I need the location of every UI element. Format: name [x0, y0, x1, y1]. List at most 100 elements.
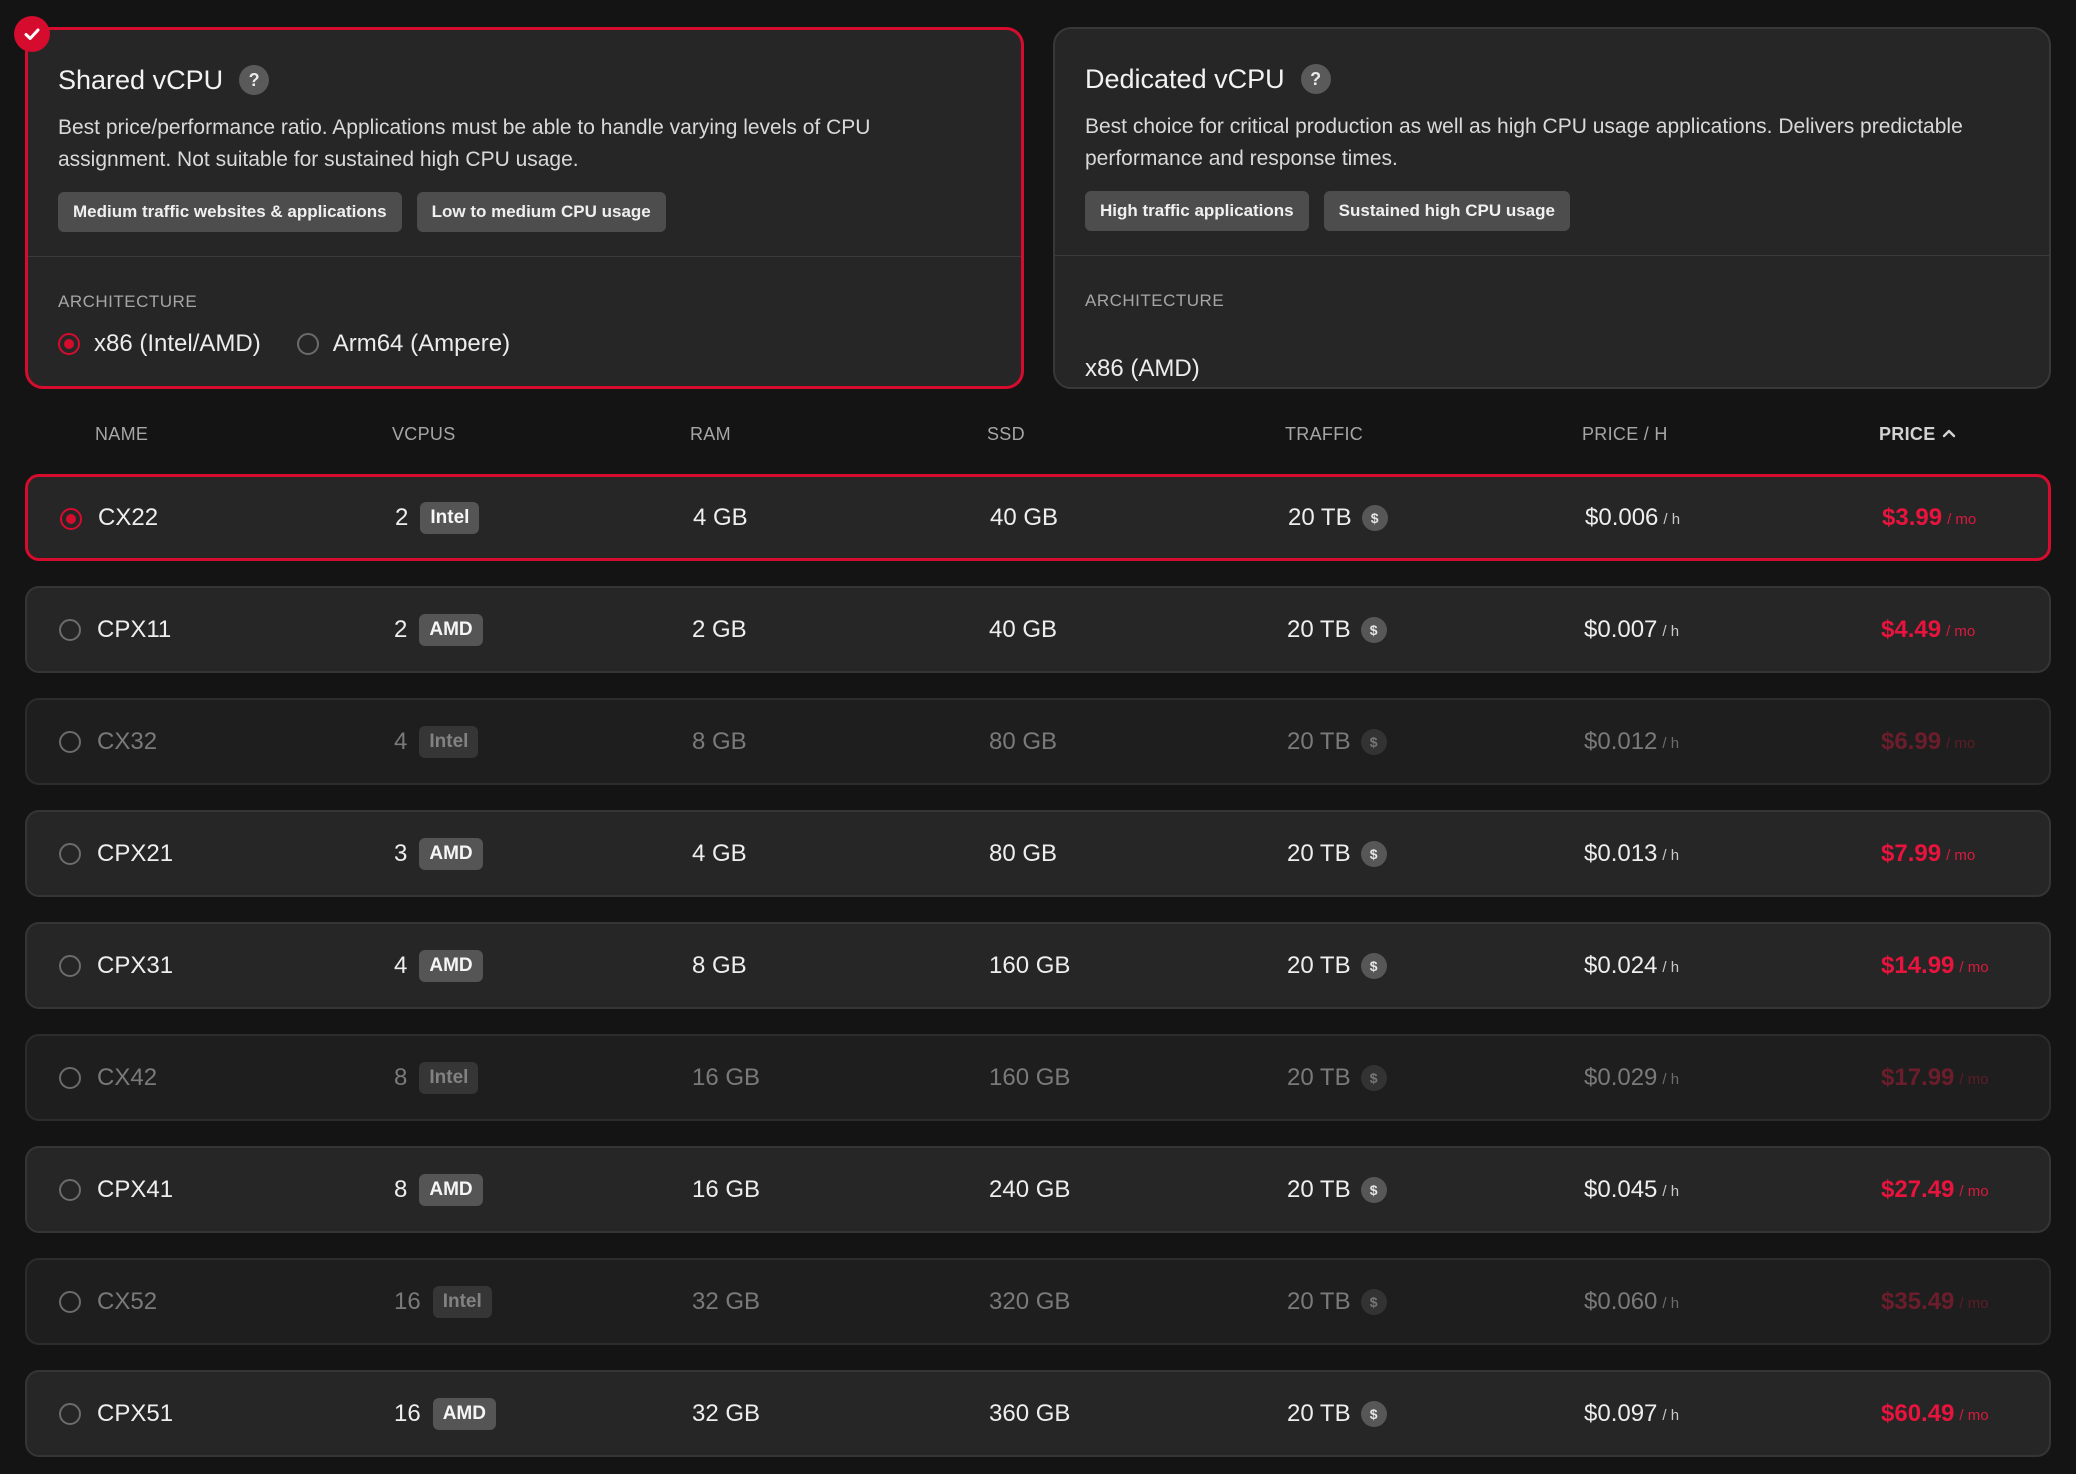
traffic-value: 20 TB — [1287, 951, 1351, 979]
traffic-cell: 20 TB $ — [1287, 812, 1387, 895]
traffic-value: 20 TB — [1287, 1287, 1351, 1315]
traffic-cell: 20 TB $ — [1287, 924, 1387, 1007]
vcpu-cell: 4 AMD — [394, 924, 483, 1007]
vcpu-count: 2 — [395, 503, 409, 531]
traffic-cell: 20 TB $ — [1287, 1372, 1387, 1455]
server-name: CPX51 — [97, 1399, 174, 1427]
server-type-row[interactable]: CX52 16 Intel 32 GB 320 GB 20 TB $ $0.06… — [25, 1258, 2051, 1345]
vcpu-cell: 8 Intel — [394, 1036, 479, 1119]
price-month-cell: $17.99 / mo — [1881, 1036, 1989, 1119]
vcpu-count: 4 — [394, 727, 408, 755]
price-month-value: $60.49 — [1881, 1399, 1955, 1427]
use-case-chip: Low to medium CPU usage — [416, 192, 666, 232]
column-header-name[interactable]: NAME — [95, 424, 148, 445]
arch-option-arm64[interactable]: Arm64 (Ampere) — [296, 330, 510, 358]
column-header-traffic[interactable]: TRAFFIC — [1285, 424, 1363, 445]
row-radio[interactable] — [59, 1291, 81, 1313]
traffic-cell: 20 TB $ — [1287, 700, 1387, 783]
vcpu-cell: 4 Intel — [394, 700, 479, 783]
vcpu-count: 2 — [394, 615, 408, 643]
row-radio[interactable] — [59, 1067, 81, 1089]
column-header-ssd[interactable]: SSD — [987, 424, 1025, 445]
price-month-cell: $7.99 / mo — [1881, 812, 1975, 895]
hour-unit: / h — [1662, 1183, 1680, 1200]
dollar-icon: $ — [1360, 1176, 1387, 1203]
column-header-ram[interactable]: RAM — [690, 424, 731, 445]
server-name: CX42 — [97, 1063, 158, 1091]
price-month-value: $6.99 — [1881, 727, 1942, 755]
server-type-row[interactable]: CX42 8 Intel 16 GB 160 GB 20 TB $ $0.029… — [25, 1034, 2051, 1121]
ssd-value: 80 GB — [989, 839, 1058, 867]
price-hour-cell: $0.006 / h — [1585, 477, 1680, 558]
card-title: Dedicated vCPU — [1085, 63, 1285, 94]
arch-option-x86[interactable]: x86 (Intel/AMD) — [58, 330, 261, 358]
server-name: CX22 — [98, 503, 159, 531]
price-hour-value: $0.097 — [1584, 1399, 1658, 1427]
price-month-value: $17.99 — [1881, 1063, 1955, 1091]
row-radio[interactable] — [59, 843, 81, 865]
month-unit: / mo — [1959, 959, 1989, 976]
help-icon[interactable]: ? — [1300, 64, 1331, 94]
price-month-cell: $3.99 / mo — [1882, 477, 1976, 558]
column-header-vcpus[interactable]: VCPUS — [392, 424, 456, 445]
architecture-label: ARCHITECTURE — [1085, 291, 1225, 310]
month-unit: / mo — [1959, 1295, 1989, 1312]
hour-unit: / h — [1662, 623, 1680, 640]
card-title: Shared vCPU — [58, 64, 224, 95]
use-case-chip: Medium traffic websites & applications — [58, 192, 402, 232]
dollar-icon: $ — [1361, 504, 1388, 531]
divider — [1055, 255, 2049, 256]
hour-unit: / h — [1662, 735, 1680, 752]
help-icon[interactable]: ? — [239, 65, 270, 95]
month-unit: / mo — [1959, 1071, 1989, 1088]
price-hour-value: $0.006 — [1585, 503, 1659, 531]
traffic-cell: 20 TB $ — [1287, 1148, 1387, 1231]
dollar-icon: $ — [1360, 728, 1387, 755]
radio-unselected[interactable] — [296, 333, 319, 355]
price-month-cell: $4.49 / mo — [1881, 588, 1975, 671]
price-month-value: $4.49 — [1881, 615, 1942, 643]
server-type-row[interactable]: CX22 2 Intel 4 GB 40 GB 20 TB $ $0.006 /… — [25, 474, 2051, 561]
traffic-value: 20 TB — [1287, 727, 1351, 755]
server-type-row[interactable]: CPX51 16 AMD 32 GB 360 GB 20 TB $ $0.097… — [25, 1370, 2051, 1457]
price-hour-value: $0.024 — [1584, 951, 1658, 979]
server-name: CPX41 — [97, 1175, 174, 1203]
price-hour-value: $0.045 — [1584, 1175, 1658, 1203]
server-type-row[interactable]: CPX41 8 AMD 16 GB 240 GB 20 TB $ $0.045 … — [25, 1146, 2051, 1233]
dollar-icon: $ — [1360, 952, 1387, 979]
hour-unit: / h — [1662, 959, 1680, 976]
month-unit: / mo — [1946, 623, 1976, 640]
row-radio[interactable] — [59, 1179, 81, 1201]
row-radio[interactable] — [59, 1403, 81, 1425]
table-header: NAME VCPUS RAM SSD TRAFFIC PRICE / H PRI… — [25, 420, 2051, 448]
vcpu-count: 16 — [394, 1287, 421, 1315]
price-hour-cell: $0.097 / h — [1584, 1372, 1679, 1455]
selected-check-icon — [14, 16, 50, 52]
hour-unit: / h — [1663, 511, 1681, 528]
column-header-price-hour[interactable]: PRICE / H — [1582, 424, 1668, 445]
server-type-row[interactable]: CPX21 3 AMD 4 GB 80 GB 20 TB $ $0.013 / … — [25, 810, 2051, 897]
traffic-cell: 20 TB $ — [1287, 588, 1387, 671]
server-type-row[interactable]: CPX31 4 AMD 8 GB 160 GB 20 TB $ $0.024 /… — [25, 922, 2051, 1009]
server-type-row[interactable]: CX32 4 Intel 8 GB 80 GB 20 TB $ $0.012 /… — [25, 698, 2051, 785]
dedicated-vcpu-card[interactable]: Dedicated vCPU ? Best choice for critica… — [1053, 27, 2051, 389]
row-radio[interactable] — [59, 619, 81, 641]
vcpu-cell: 2 Intel — [395, 477, 480, 558]
row-radio[interactable] — [60, 508, 82, 530]
ssd-value: 160 GB — [989, 1063, 1071, 1091]
price-month-value: $3.99 — [1882, 503, 1943, 531]
column-header-price[interactable]: PRICE — [1879, 424, 1956, 445]
hour-unit: / h — [1662, 1295, 1680, 1312]
row-radio[interactable] — [59, 731, 81, 753]
vcpu-cell: 16 Intel — [394, 1260, 492, 1343]
row-radio[interactable] — [59, 955, 81, 977]
server-name: CX32 — [97, 727, 158, 755]
server-type-row[interactable]: CPX11 2 AMD 2 GB 40 GB 20 TB $ $0.007 / … — [25, 586, 2051, 673]
ssd-value: 360 GB — [989, 1399, 1071, 1427]
month-unit: / mo — [1947, 511, 1977, 528]
shared-vcpu-card[interactable]: Shared vCPU ? Best price/performance rat… — [14, 16, 1024, 389]
price-hour-value: $0.029 — [1584, 1063, 1658, 1091]
ssd-value: 320 GB — [989, 1287, 1071, 1315]
radio-selected[interactable] — [58, 333, 80, 355]
price-hour-value: $0.012 — [1584, 727, 1658, 755]
